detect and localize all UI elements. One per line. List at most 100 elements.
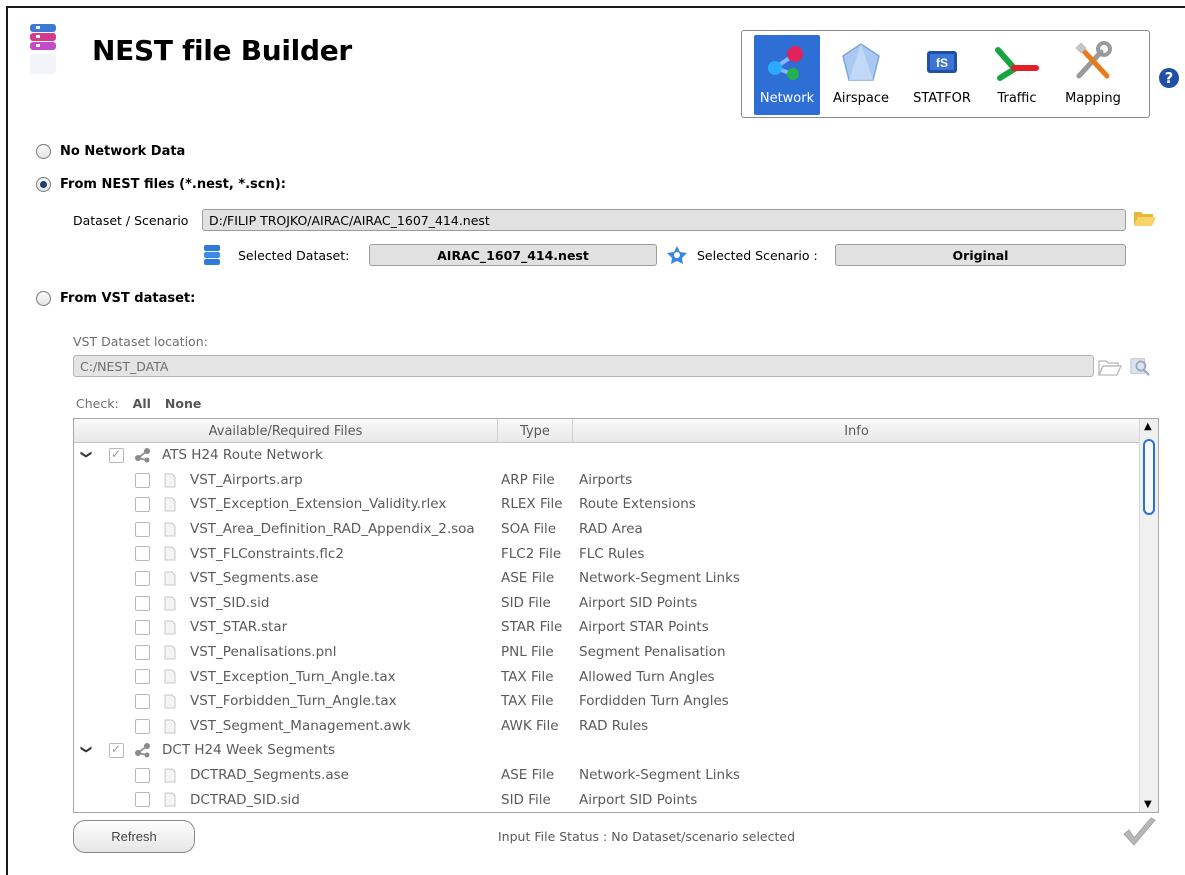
- file-name: VST_Segments.ase: [190, 570, 319, 587]
- no-network-radio[interactable]: [36, 144, 51, 159]
- file-info: Airport STAR Points: [579, 619, 709, 636]
- from-nest-option[interactable]: From NEST files (*.nest, *.scn):: [36, 177, 286, 192]
- file-checkbox[interactable]: [135, 595, 150, 611]
- file-type: RLEX File: [501, 496, 563, 513]
- scroll-up-icon[interactable]: ▲: [1144, 421, 1152, 432]
- mode-label: Traffic: [997, 91, 1037, 106]
- dataset-path-field[interactable]: D:/FILIP TROJKO/AIRAC/AIRAC_1607_414.nes…: [202, 209, 1126, 231]
- folder-search-icon[interactable]: [1128, 356, 1152, 376]
- scroll-thumb[interactable]: [1143, 439, 1155, 515]
- file-info: RAD Area: [579, 521, 643, 538]
- file-info: Network-Segment Links: [579, 570, 740, 587]
- file-checkbox[interactable]: [135, 693, 150, 709]
- file-checkbox[interactable]: [135, 718, 150, 734]
- file-info: RAD Rules: [579, 717, 649, 734]
- from-vst-label: From VST dataset:: [60, 291, 196, 306]
- vst-location-label: VST Dataset location:: [73, 334, 208, 349]
- mode-mapping-button[interactable]: Mapping: [1054, 35, 1132, 115]
- file-checkbox[interactable]: [135, 521, 150, 537]
- checkmark-icon[interactable]: [1121, 815, 1157, 851]
- file-name: VST_SID.sid: [190, 594, 270, 611]
- app-title: NEST file Builder: [92, 34, 352, 67]
- file-type: SID File: [501, 594, 551, 611]
- file-info: FLC Rules: [579, 545, 645, 562]
- file-icon: [164, 620, 176, 635]
- table-row[interactable]: DCTRAD_Segments.ase ASE File Network-Segme…: [74, 763, 1140, 788]
- refresh-button[interactable]: Refresh: [73, 820, 195, 853]
- from-vst-radio[interactable]: [36, 291, 51, 306]
- check-none-link[interactable]: None: [165, 396, 201, 411]
- table-group-row[interactable]: ❯ DCT H24 Week Segments: [74, 738, 1140, 763]
- mode-network-button[interactable]: Network: [754, 35, 820, 115]
- from-vst-option[interactable]: From VST dataset:: [36, 291, 195, 306]
- group-checkbox[interactable]: [109, 447, 124, 463]
- selected-scenario-field: Original: [835, 244, 1126, 266]
- table-header: Available/Required Files Type Info: [74, 419, 1140, 443]
- mode-label: Mapping: [1065, 91, 1121, 106]
- table-row[interactable]: DCTRAD_SID.sid SID File Airport SID Points: [74, 787, 1140, 812]
- file-type: TAX File: [501, 693, 554, 710]
- file-icon: [164, 571, 176, 586]
- file-checkbox[interactable]: [135, 792, 150, 808]
- column-header-info[interactable]: Info: [573, 419, 1140, 443]
- check-all-link[interactable]: All: [133, 396, 151, 411]
- file-checkbox[interactable]: [135, 546, 150, 562]
- file-checkbox[interactable]: [135, 620, 150, 636]
- chevron-down-icon[interactable]: ❯: [80, 745, 93, 754]
- table-row[interactable]: VST_Exception_Extension_Validity.rlex RLE…: [74, 492, 1140, 517]
- group-name: ATS H24 Route Network: [162, 447, 323, 464]
- file-name: VST_Exception_Extension_Validity.rlex: [190, 496, 447, 513]
- table-row[interactable]: VST_SID.sid SID File Airport SID Points: [74, 591, 1140, 616]
- table-row[interactable]: VST_Area_Definition_RAD_Appendix_2.soa SO…: [74, 517, 1140, 542]
- table-row[interactable]: VST_Exception_Turn_Angle.tax TAX File Allo…: [74, 664, 1140, 689]
- mode-airspace-button[interactable]: Airspace: [828, 35, 894, 115]
- folder-icon[interactable]: [1098, 357, 1122, 377]
- file-checkbox[interactable]: [135, 472, 150, 488]
- airspace-icon: [842, 43, 880, 81]
- column-header-type[interactable]: Type: [498, 419, 573, 443]
- file-info: Airport SID Points: [579, 791, 698, 808]
- file-checkbox[interactable]: [135, 669, 150, 685]
- table-row[interactable]: VST_Forbidden_Turn_Angle.tax TAX File Ford…: [74, 689, 1140, 714]
- table-row[interactable]: VST_Segments.ase ASE File Network-Segment …: [74, 566, 1140, 591]
- mode-traffic-button[interactable]: Traffic: [988, 35, 1046, 115]
- table-row[interactable]: VST_STAR.star STAR File Airport STAR Point…: [74, 615, 1140, 640]
- group-name: DCT H24 Week Segments: [162, 742, 336, 759]
- vst-location-field[interactable]: C:/NEST_DATA: [73, 355, 1094, 377]
- no-network-label: No Network Data: [60, 144, 186, 159]
- input-file-status: Input File Status : No Dataset/scenario …: [498, 829, 796, 844]
- file-icon: [164, 473, 176, 488]
- scroll-down-icon[interactable]: ▼: [1144, 799, 1152, 810]
- file-name: DCTRAD_Segments.ase: [190, 767, 349, 784]
- selected-dataset-label: Selected Dataset:: [238, 248, 350, 263]
- help-icon[interactable]: ?: [1159, 68, 1179, 88]
- chevron-down-icon[interactable]: ❯: [80, 450, 93, 459]
- group-checkbox[interactable]: [109, 742, 124, 759]
- file-name: VST_Penalisations.pnl: [190, 644, 337, 661]
- table-group-row[interactable]: ❯ ATS H24 Route Network: [74, 443, 1140, 468]
- no-network-option[interactable]: No Network Data: [36, 144, 185, 159]
- file-info: Route Extensions: [579, 496, 696, 513]
- file-type: SOA File: [501, 521, 557, 538]
- mode-statfor-button[interactable]: fS STATFOR: [904, 35, 980, 115]
- file-icon: [164, 768, 176, 783]
- table-row[interactable]: VST_Segment_Management.awk AWK File RAD Ru…: [74, 714, 1140, 739]
- file-checkbox[interactable]: [135, 570, 150, 586]
- file-type: AWK File: [501, 717, 559, 734]
- file-info: Network-Segment Links: [579, 767, 740, 784]
- file-icon: [164, 792, 176, 807]
- folder-open-icon[interactable]: [1133, 208, 1157, 228]
- file-checkbox[interactable]: [135, 767, 150, 783]
- traffic-icon: [995, 47, 1039, 81]
- table-row[interactable]: VST_FLConstraints.flc2 FLC2 File FLC Rules: [74, 541, 1140, 566]
- network-icon: [768, 46, 803, 80]
- table-row[interactable]: VST_Airports.arp ARP File Airports: [74, 468, 1140, 493]
- from-nest-radio[interactable]: [36, 177, 51, 192]
- column-header-files[interactable]: Available/Required Files: [74, 419, 498, 443]
- table-row[interactable]: VST_Penalisations.pnl PNL File Segment Pen…: [74, 640, 1140, 665]
- file-checkbox[interactable]: [135, 497, 150, 513]
- vertical-scrollbar[interactable]: ▲ ▼: [1139, 419, 1158, 812]
- file-checkbox[interactable]: [135, 644, 150, 660]
- file-info: Allowed Turn Angles: [579, 668, 715, 685]
- check-links: Check: All None: [76, 396, 201, 411]
